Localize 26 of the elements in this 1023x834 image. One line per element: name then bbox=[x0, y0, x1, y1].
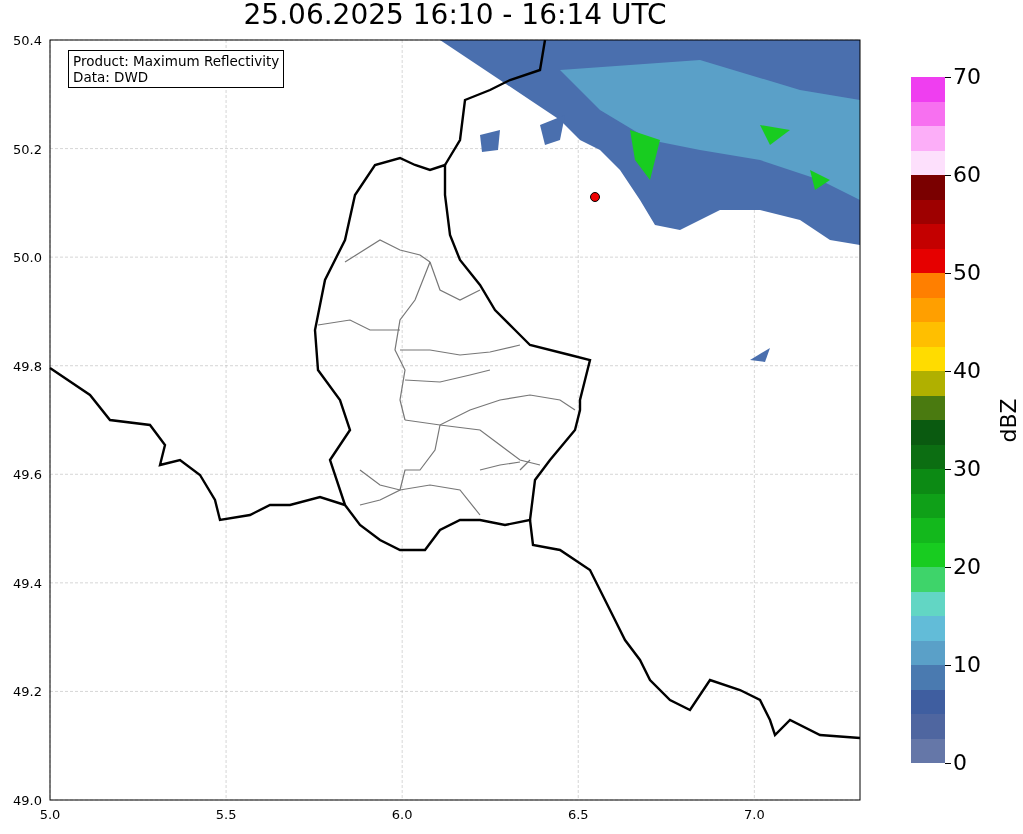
axis-tick-label: 6.0 bbox=[391, 807, 413, 822]
axis-tick-label: 49.8 bbox=[13, 358, 42, 374]
colorbar-tick-label: 10 bbox=[953, 654, 981, 676]
axis-tick-label: 5.5 bbox=[215, 807, 237, 822]
axis-tick-label: 49.2 bbox=[13, 684, 42, 700]
location-marker bbox=[590, 192, 600, 202]
axis-tick-label: 49.6 bbox=[13, 467, 42, 483]
axis-tick-label: 49.0 bbox=[13, 793, 42, 808]
colorbar-tick-label: 70 bbox=[953, 66, 981, 88]
colorbar-tick-label: 30 bbox=[953, 458, 981, 480]
colorbar-tick-label: 50 bbox=[953, 262, 981, 284]
chart-title: 25.06.2025 16:10 - 16:14 UTC bbox=[243, 1, 667, 29]
colorbar-tick-label: 60 bbox=[953, 164, 981, 186]
legend-text: Data: DWD bbox=[73, 69, 150, 85]
axis-tick-label: 49.4 bbox=[13, 575, 42, 591]
axis-tick-label: 5.0 bbox=[39, 807, 61, 822]
colorbar-tick-label: 40 bbox=[953, 360, 981, 382]
colorbar-tick-label: 0 bbox=[953, 752, 967, 774]
axis-tick-label: 50.0 bbox=[13, 250, 42, 266]
legend-text: Product: Maximum Reflectivity bbox=[73, 53, 280, 69]
axis-tick-label: 7.0 bbox=[744, 807, 765, 822]
axis-tick-label: 6.5 bbox=[567, 807, 589, 822]
axis-tick-label: 50.4 bbox=[13, 33, 42, 48]
axis-tick-label: 50.2 bbox=[13, 141, 42, 157]
colorbar-label: dBZ bbox=[995, 397, 1021, 443]
colorbar-tick-label: 20 bbox=[953, 556, 981, 578]
